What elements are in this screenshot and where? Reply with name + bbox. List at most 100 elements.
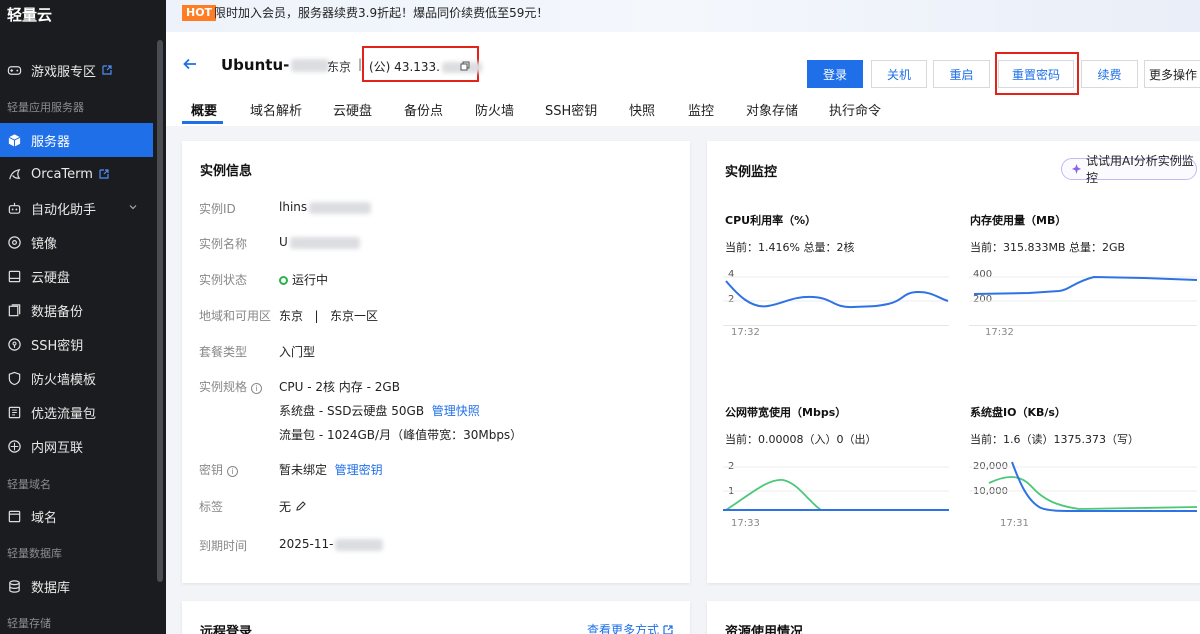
tab-object-storage[interactable]: 对象存储 [746,100,798,119]
sidebar-item-backup[interactable]: 数据备份 [0,293,153,327]
row-value: 东京 | 东京一区 [279,307,378,324]
info-icon[interactable]: i [227,466,239,477]
row-value: lhins [279,200,372,214]
sidebar-item-traffic-packages[interactable]: 优选流量包 [0,395,153,429]
sidebar-item-cloud-disk[interactable]: 云硬盘 [0,259,153,293]
instance-name-text: U [279,235,288,249]
tab-active-indicator [182,121,223,124]
sidebar-item-orcaterm[interactable]: OrcaTerm [0,157,153,191]
sidebar-item-intranet[interactable]: 内网互联 [0,429,153,463]
remote-login-panel: 远程登录 查看更多方式 [182,601,690,634]
bandwidth-chart-title: 公网带宽使用（Mbps） [725,406,847,419]
cpu-time-label: 17:32 [731,327,760,338]
tab-firewall[interactable]: 防火墙 [475,100,514,119]
divider: | [314,309,319,323]
sidebar-item-game-zone[interactable]: 游戏服专区 [0,53,153,87]
edit-pencil-icon[interactable] [295,500,307,512]
sidebar-item-domain[interactable]: 域名 [0,499,153,533]
sidebar-item-label: 云硬盘 [31,270,71,286]
redacted-mask [335,538,384,551]
sidebar-item-label: 服务器 [31,134,71,150]
sidebar-item-label: 内网互联 [31,440,84,456]
row-label: 到期时间 [199,539,248,553]
sidebar-item-database[interactable]: 数据库 [0,569,153,603]
row-value: 暂未绑定 管理密钥 [279,461,383,478]
tab-execute-command[interactable]: 执行命令 [829,100,881,119]
panel-title: 资源使用情况 [725,625,804,634]
spec-traffic: 流量包 - 1024GB/月（峰值带宽：30Mbps） [279,428,523,442]
instance-header: Ubuntu- 东京 | (公) 43.133. 登录 关机 重启 重置密码 续… [166,32,1200,126]
tab-monitoring[interactable]: 监控 [688,100,714,119]
disk-io-line-chart[interactable] [969,456,1197,512]
tag-text: 无 [279,500,292,514]
expire-date-text: 2025-11- [279,537,334,551]
row-label: 套餐类型 [199,345,248,359]
more-actions-button[interactable]: 更多操作 [1144,60,1200,88]
info-icon[interactable]: i [251,383,263,394]
login-button[interactable]: 登录 [807,60,863,88]
disk-io-chart-title: 系统盘IO（KB/s） [970,406,1066,419]
chevron-down-icon [129,205,137,210]
network-icon [7,439,22,454]
instance-monitor-panel: 实例监控 试试用AI分析实例监控 CPU利用率（%） 当前：1.416% 总量：… [707,141,1200,583]
tab-snapshots[interactable]: 快照 [629,100,655,119]
tab-dns[interactable]: 域名解析 [250,100,302,119]
manage-keys-link[interactable]: 管理密钥 [335,463,383,477]
bandwidth-in-series-line [725,479,822,511]
restart-button[interactable]: 重启 [933,60,990,88]
ai-analyze-button[interactable]: 试试用AI分析实例监控 [1061,154,1197,185]
memory-line-chart[interactable] [969,264,1197,326]
memory-current: 当前：315.833MB 总量：2GB [970,241,1126,254]
shield-icon [7,371,22,386]
brand-logo: 轻量云 [7,6,53,24]
back-arrow-icon[interactable] [182,56,198,72]
sidebar-section-domain: 轻量域名 [7,478,51,491]
instance-region: 东京 [327,60,352,74]
row-value: 2025-11- [279,537,384,551]
row-label: 实例ID [199,202,236,216]
promo-text[interactable]: 限时加入会员，服务器续费3.9折起！爆品同价续费低至59元！ [214,5,548,21]
sidebar-item-automation[interactable]: 自动化助手 [0,191,153,225]
tab-overview[interactable]: 概要 [191,100,217,119]
shutdown-button[interactable]: 关机 [871,60,927,88]
more-login-methods-link[interactable]: 查看更多方式 [587,621,673,634]
panel-title: 远程登录 [200,625,253,634]
sidebar-item-label: 域名 [31,510,58,526]
tab-ssh-keys[interactable]: SSH密钥 [545,100,597,119]
promo-banner[interactable]: HOT 限时加入会员，服务器续费3.9折起！爆品同价续费低至59元！ [166,0,1200,32]
row-label: 密钥 i [199,461,239,478]
external-link-icon [663,625,673,634]
reset-password-highlight-box [995,52,1079,95]
spec-disk: 系统盘 - SSD云硬盘 50GB 管理快照 [279,402,480,419]
redacted-mask [289,236,360,249]
harddisk-icon [7,269,22,284]
row-label: 标签 [199,500,224,514]
ai-button-label: 试试用AI分析实例监控 [1086,154,1194,185]
external-link-icon [99,169,109,179]
sidebar-item-images[interactable]: 镜像 [0,225,153,259]
sidebar-item-label: 数据库 [31,580,71,596]
panel-title: 实例监控 [725,165,778,180]
tab-cloud-disk[interactable]: 云硬盘 [333,100,372,119]
cpu-line-chart[interactable] [723,264,949,326]
sidebar-item-label: SSH密钥 [31,338,84,354]
renew-button[interactable]: 续费 [1081,60,1138,88]
sidebar-section-storage: 轻量存储 [7,617,51,630]
instance-id-text: lhins [279,200,308,214]
sidebar-item-firewall-templates[interactable]: 防火墙模板 [0,361,153,395]
disc-icon [7,235,22,250]
manage-snapshots-link[interactable]: 管理快照 [432,404,480,418]
bandwidth-line-chart[interactable] [723,456,949,512]
spec-disk-text: 系统盘 - SSD云硬盘 50GB [279,404,425,418]
tab-backup[interactable]: 备份点 [404,100,443,119]
row-label: 地域和可用区 [199,309,272,323]
sidebar-scrollbar[interactable] [157,40,163,582]
row-value: 运行中 [279,271,328,288]
memory-series-line [973,275,1197,295]
copy-icon[interactable] [460,61,470,71]
instance-name: Ubuntu- [221,56,330,74]
row-value: 无 [279,498,307,515]
cube-icon [7,133,22,148]
sidebar-item-ssh-keys[interactable]: SSH密钥 [0,327,153,361]
sidebar-item-servers[interactable]: 服务器 [0,123,153,157]
